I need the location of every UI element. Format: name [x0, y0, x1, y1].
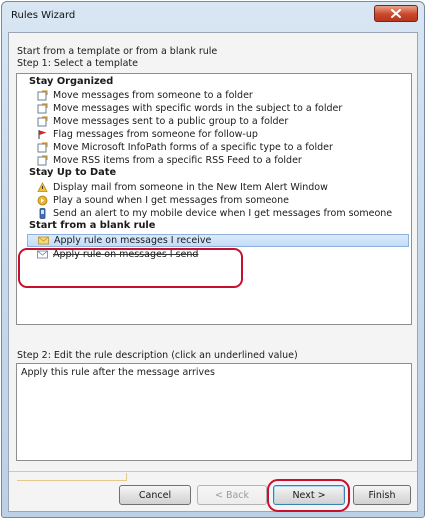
- button-separator: [9, 471, 417, 472]
- template-item[interactable]: Apply rule on messages I send: [27, 248, 409, 261]
- template-item-label: Apply rule on messages I send: [53, 249, 199, 260]
- template-item[interactable]: Move Microsoft InfoPath forms of a speci…: [27, 141, 409, 154]
- template-item[interactable]: Move messages from someone to a folder: [27, 89, 409, 102]
- template-item-label: Send an alert to my mobile device when I…: [53, 208, 393, 219]
- back-button[interactable]: < Back: [197, 485, 267, 505]
- template-item-label: Move Microsoft InfoPath forms of a speci…: [53, 142, 333, 153]
- template-item[interactable]: Move messages with specific words in the…: [27, 102, 409, 115]
- template-item-label: Play a sound when I get messages from so…: [53, 195, 289, 206]
- close-button[interactable]: [374, 5, 418, 22]
- move-folder-icon: [37, 142, 48, 153]
- template-list[interactable]: Stay Organized Move messages from someon…: [16, 73, 412, 325]
- group-header-stay-up-to-date: Stay Up to Date: [29, 167, 117, 178]
- template-item-label: Apply rule on messages I receive: [54, 235, 212, 246]
- template-item-selected[interactable]: Apply rule on messages I receive: [27, 234, 409, 247]
- template-item-label: Move RSS items from a specific RSS Feed …: [53, 155, 302, 166]
- template-item-label: Display mail from someone in the New Ite…: [53, 182, 328, 193]
- intro-label: Start from a template or from a blank ru…: [17, 46, 218, 57]
- cancel-button[interactable]: Cancel: [119, 485, 191, 505]
- finish-button[interactable]: Finish: [353, 485, 411, 505]
- rule-description-text: Apply this rule after the message arrive…: [21, 367, 215, 378]
- tooltip-edge: [17, 473, 127, 481]
- step1-label: Step 1: Select a template: [17, 58, 138, 69]
- move-folder-icon: [37, 116, 48, 127]
- flag-icon: [37, 129, 48, 140]
- close-icon: [391, 9, 401, 18]
- move-folder-icon: [37, 103, 48, 114]
- envelope-icon: [38, 235, 49, 246]
- move-folder-icon: [37, 90, 48, 101]
- mobile-device-icon: [37, 208, 48, 219]
- group-header-blank-rule: Start from a blank rule: [29, 220, 156, 231]
- template-item-label: Move messages from someone to a folder: [53, 90, 253, 101]
- template-item[interactable]: Flag messages from someone for follow-up: [27, 128, 409, 141]
- title-bar: Rules Wizard: [2, 2, 424, 32]
- rule-description-box[interactable]: Apply this rule after the message arrive…: [16, 363, 412, 461]
- next-button[interactable]: Next >: [273, 485, 345, 505]
- template-item[interactable]: Move messages sent to a public group to …: [27, 115, 409, 128]
- move-folder-icon: [37, 155, 48, 166]
- dialog-body: Start from a template or from a blank ru…: [8, 32, 418, 512]
- template-item[interactable]: Send an alert to my mobile device when I…: [27, 207, 409, 220]
- send-envelope-icon: [37, 249, 48, 260]
- sound-icon: [37, 195, 48, 206]
- rules-wizard-window: Rules Wizard Start from a template or fr…: [1, 1, 425, 518]
- window-title: Rules Wizard: [11, 10, 76, 21]
- template-item-label: Move messages with specific words in the…: [53, 103, 343, 114]
- step2-label: Step 2: Edit the rule description (click…: [17, 350, 298, 361]
- template-item[interactable]: Play a sound when I get messages from so…: [27, 194, 409, 207]
- template-item-label: Flag messages from someone for follow-up: [53, 129, 258, 140]
- alert-window-icon: [37, 182, 48, 193]
- group-header-stay-organized: Stay Organized: [29, 76, 114, 87]
- template-item[interactable]: Move RSS items from a specific RSS Feed …: [27, 154, 409, 167]
- template-item-label: Move messages sent to a public group to …: [53, 116, 289, 127]
- template-item[interactable]: Display mail from someone in the New Ite…: [27, 181, 409, 194]
